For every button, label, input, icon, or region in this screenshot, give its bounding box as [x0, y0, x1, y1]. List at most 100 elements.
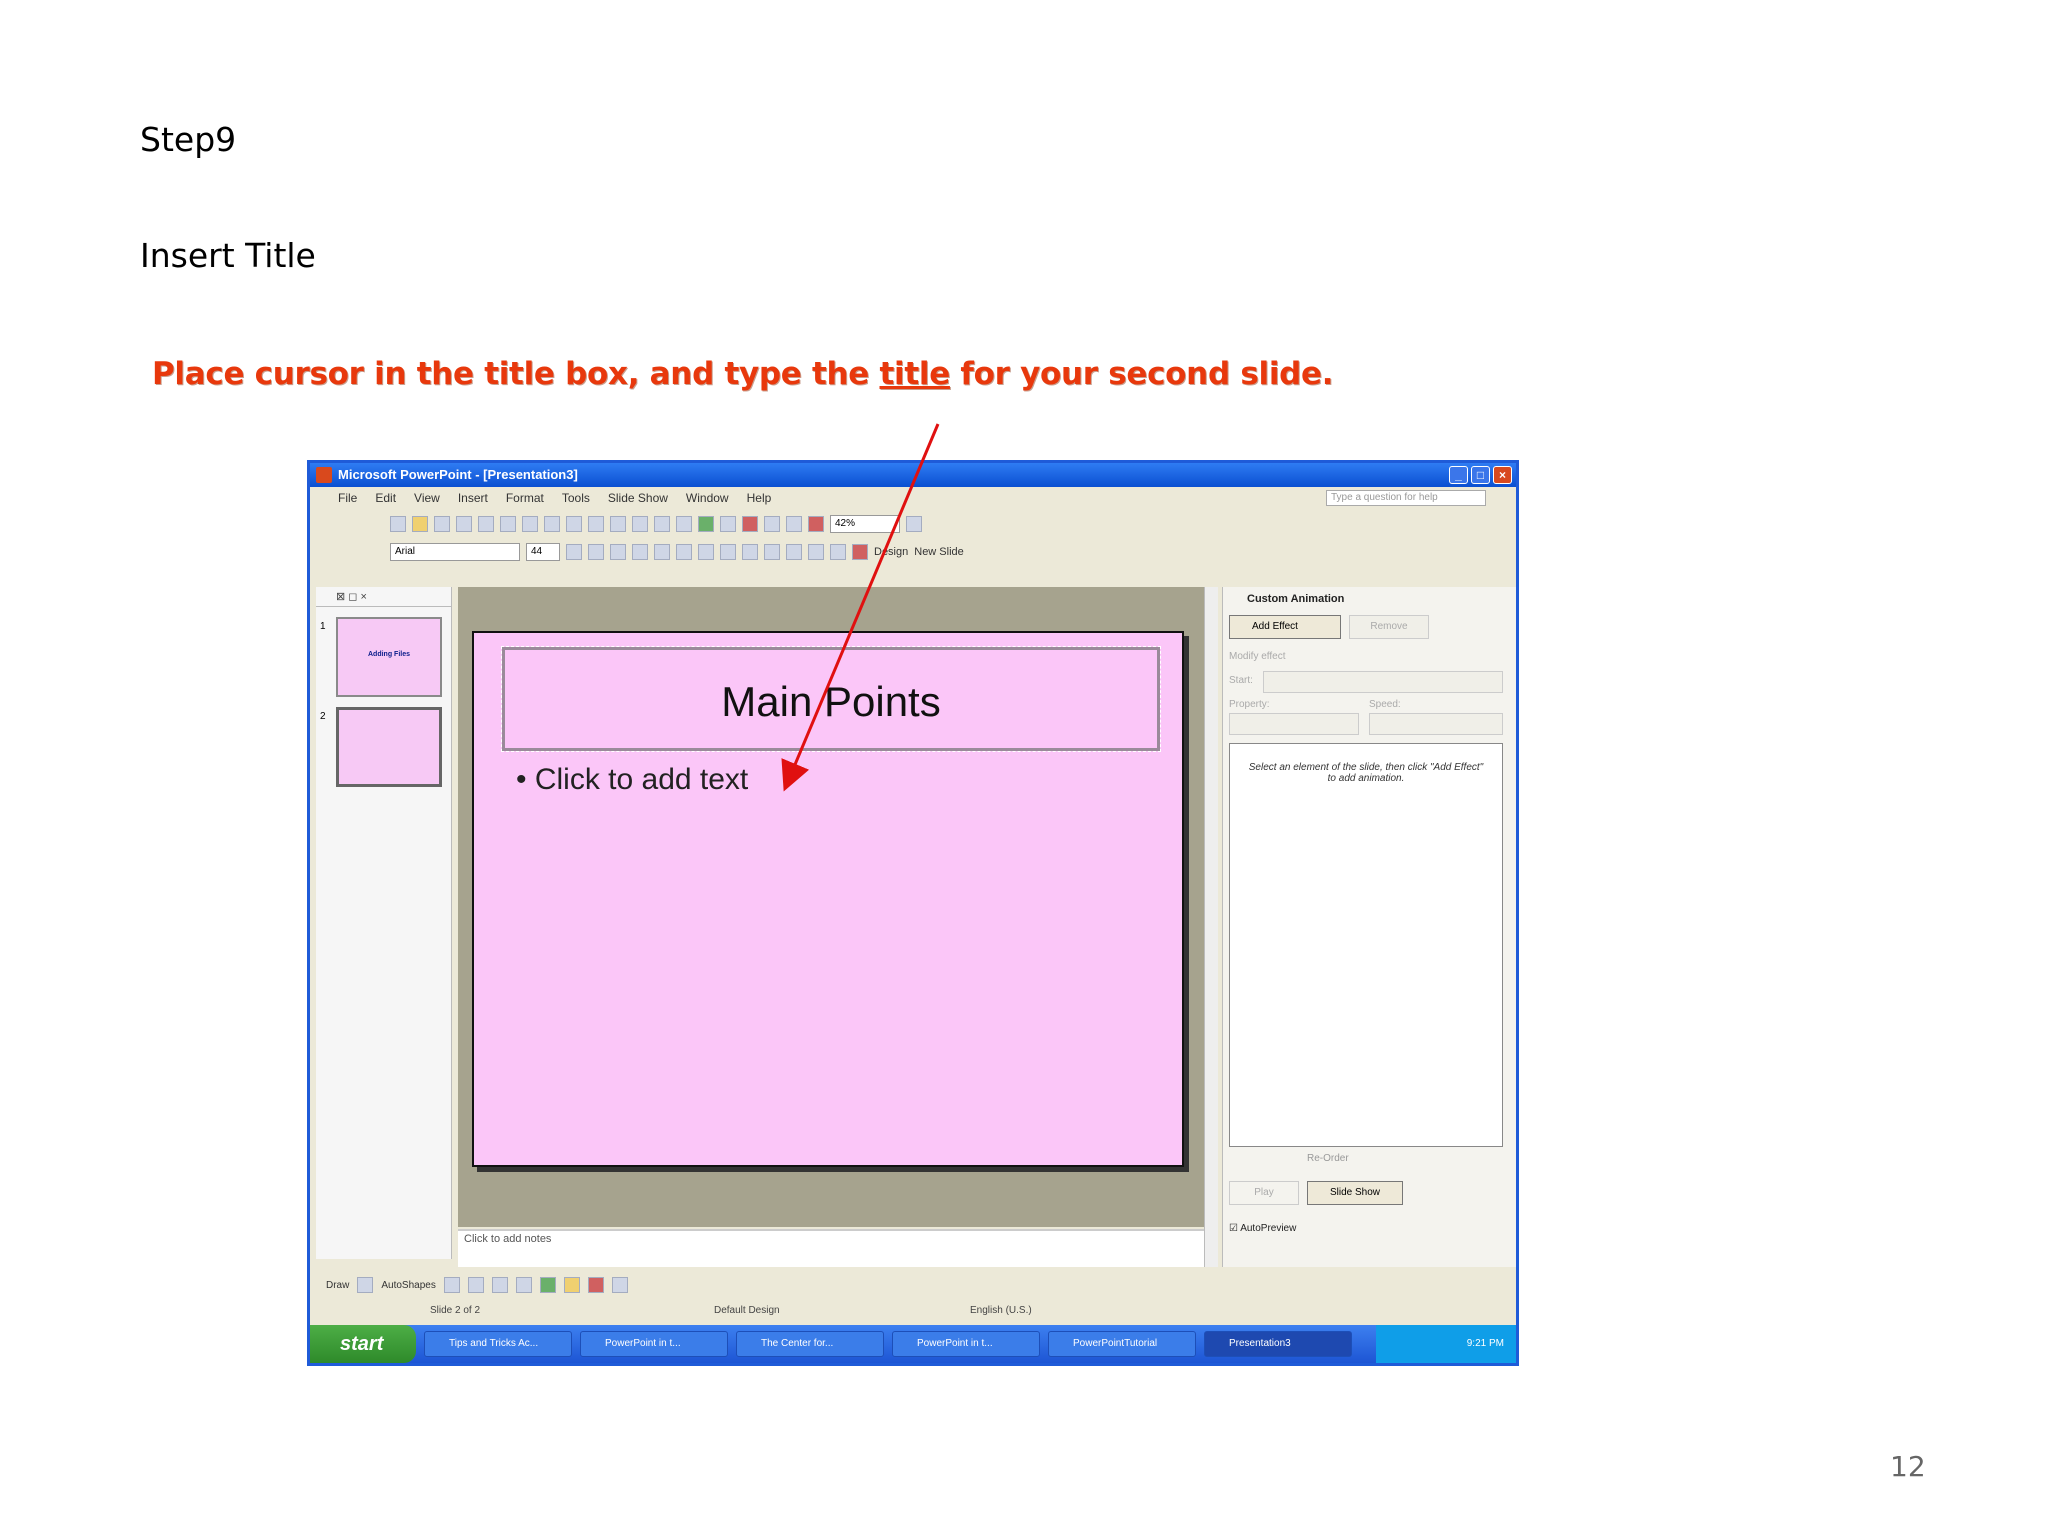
bullets-icon[interactable]	[742, 544, 758, 560]
body-placeholder[interactable]: • Click to add text	[516, 763, 748, 797]
align-center-icon[interactable]	[676, 544, 692, 560]
menu-format[interactable]: Format	[506, 491, 544, 505]
insert-picture-icon[interactable]	[742, 516, 758, 532]
menu-window[interactable]: Window	[686, 491, 729, 505]
print-icon[interactable]	[500, 516, 516, 532]
new-slide-button[interactable]: New Slide	[914, 546, 964, 558]
property-select[interactable]	[1229, 713, 1359, 735]
clipart-icon[interactable]	[539, 1277, 556, 1293]
menu-slide-show[interactable]: Slide Show	[608, 491, 668, 505]
animation-list[interactable]: Select an element of the slide, then cli…	[1229, 743, 1503, 1147]
format-painter-icon[interactable]	[632, 516, 648, 532]
font-select[interactable]: Arial	[390, 543, 520, 561]
thumb-number: 1	[320, 621, 326, 632]
slide-thumbnail-1[interactable]: Adding Files	[336, 617, 442, 697]
menu-help[interactable]: Help	[747, 491, 772, 505]
notes-pane[interactable]: Click to add notes	[458, 1229, 1204, 1267]
menu-file[interactable]: File	[338, 491, 357, 505]
window-title: Microsoft PowerPoint - [Presentation3]	[338, 467, 578, 482]
animation-hint: Select an element of the slide, then cli…	[1248, 762, 1484, 784]
line-icon[interactable]	[443, 1277, 460, 1293]
shadow-icon[interactable]	[632, 544, 648, 560]
insert-table-icon[interactable]	[720, 516, 736, 532]
minimize-button[interactable]: _	[1449, 466, 1468, 484]
help-icon[interactable]	[906, 516, 922, 532]
taskbar-item[interactable]: PowerPoint in t...	[580, 1331, 728, 1357]
remove-button[interactable]: Remove	[1349, 615, 1429, 639]
undo-icon[interactable]	[654, 516, 670, 532]
line-color-icon[interactable]	[587, 1277, 604, 1293]
formatting-toolbar: Arial 44 Design New Slide	[390, 539, 1440, 565]
font-color-draw-icon[interactable]	[611, 1277, 628, 1293]
status-design: Default Design	[714, 1305, 780, 1316]
vertical-scrollbar[interactable]	[1204, 587, 1218, 1267]
menu-tools[interactable]: Tools	[562, 491, 590, 505]
fill-color-icon[interactable]	[563, 1277, 580, 1293]
autopreview-checkbox[interactable]: ☑ AutoPreview	[1229, 1223, 1296, 1234]
color-grayscale-icon[interactable]	[808, 516, 824, 532]
paste-icon[interactable]	[610, 516, 626, 532]
menu-edit[interactable]: Edit	[375, 491, 396, 505]
speed-select[interactable]	[1369, 713, 1503, 735]
add-effect-button[interactable]: Add Effect	[1229, 615, 1341, 639]
numbering-icon[interactable]	[720, 544, 736, 560]
close-button[interactable]: ×	[1493, 466, 1512, 484]
new-icon[interactable]	[390, 516, 406, 532]
taskbar-item[interactable]: The Center for...	[736, 1331, 884, 1357]
save-icon[interactable]	[434, 516, 450, 532]
increase-font-icon[interactable]	[764, 544, 780, 560]
play-button[interactable]: Play	[1229, 1181, 1299, 1205]
help-search-input[interactable]: Type a question for help	[1326, 490, 1486, 506]
font-color-icon[interactable]	[852, 544, 868, 560]
print-preview-icon[interactable]	[522, 516, 538, 532]
step-subtitle: Insert Title	[140, 236, 316, 275]
taskbar-item-active[interactable]: Presentation3	[1204, 1331, 1352, 1357]
font-size-select[interactable]: 44	[526, 543, 560, 561]
insert-chart-icon[interactable]	[698, 516, 714, 532]
slide-title[interactable]: Main Points	[505, 678, 1157, 726]
zoom-select[interactable]: 42%	[830, 515, 900, 533]
oval-icon[interactable]	[491, 1277, 508, 1293]
spelling-icon[interactable]	[544, 516, 560, 532]
textbox-icon[interactable]	[515, 1277, 532, 1293]
hyperlink-icon[interactable]	[764, 516, 780, 532]
menu-insert[interactable]: Insert	[458, 491, 488, 505]
taskbar-item[interactable]: Tips and Tricks Ac...	[424, 1331, 572, 1357]
custom-animation-pane: Custom Animation Add Effect Remove Modif…	[1222, 587, 1516, 1267]
align-right-icon[interactable]	[698, 544, 714, 560]
increase-indent-icon[interactable]	[830, 544, 846, 560]
rectangle-icon[interactable]	[467, 1277, 484, 1293]
autopreview-label: AutoPreview	[1240, 1223, 1297, 1234]
title-placeholder[interactable]: Main Points	[501, 646, 1161, 752]
underline-icon[interactable]	[610, 544, 626, 560]
taskbar-item[interactable]: PowerPointTutorial	[1048, 1331, 1196, 1357]
slide-thumbnail-2[interactable]	[336, 707, 442, 787]
maximize-button[interactable]: □	[1471, 466, 1490, 484]
instruction-text: Place cursor in the title box, and type …	[152, 356, 1334, 392]
decrease-font-icon[interactable]	[786, 544, 802, 560]
pane-tabs[interactable]: ⊠ ◻ ×	[316, 587, 451, 607]
grid-icon[interactable]	[786, 516, 802, 532]
cut-icon[interactable]	[566, 516, 582, 532]
reorder-buttons[interactable]: Re-Order	[1307, 1153, 1349, 1164]
align-left-icon[interactable]	[654, 544, 670, 560]
redo-icon[interactable]	[676, 516, 692, 532]
slide-canvas[interactable]: Main Points • Click to add text	[472, 631, 1184, 1167]
draw-menu[interactable]: Draw	[326, 1280, 349, 1291]
autoshapes-menu[interactable]: AutoShapes	[381, 1280, 436, 1291]
menu-view[interactable]: View	[414, 491, 440, 505]
copy-icon[interactable]	[588, 516, 604, 532]
start-button[interactable]: start	[310, 1325, 416, 1363]
permission-icon[interactable]	[456, 516, 472, 532]
open-icon[interactable]	[412, 516, 428, 532]
bold-icon[interactable]	[566, 544, 582, 560]
slide-show-button[interactable]: Slide Show	[1307, 1181, 1403, 1205]
italic-icon[interactable]	[588, 544, 604, 560]
instruction-pre: Place cursor in the title box, and type …	[152, 356, 880, 392]
taskbar-item[interactable]: PowerPoint in t...	[892, 1331, 1040, 1357]
design-button[interactable]: Design	[874, 546, 908, 558]
select-cursor-icon[interactable]	[357, 1277, 374, 1293]
start-select[interactable]	[1263, 671, 1503, 693]
decrease-indent-icon[interactable]	[808, 544, 824, 560]
email-icon[interactable]	[478, 516, 494, 532]
